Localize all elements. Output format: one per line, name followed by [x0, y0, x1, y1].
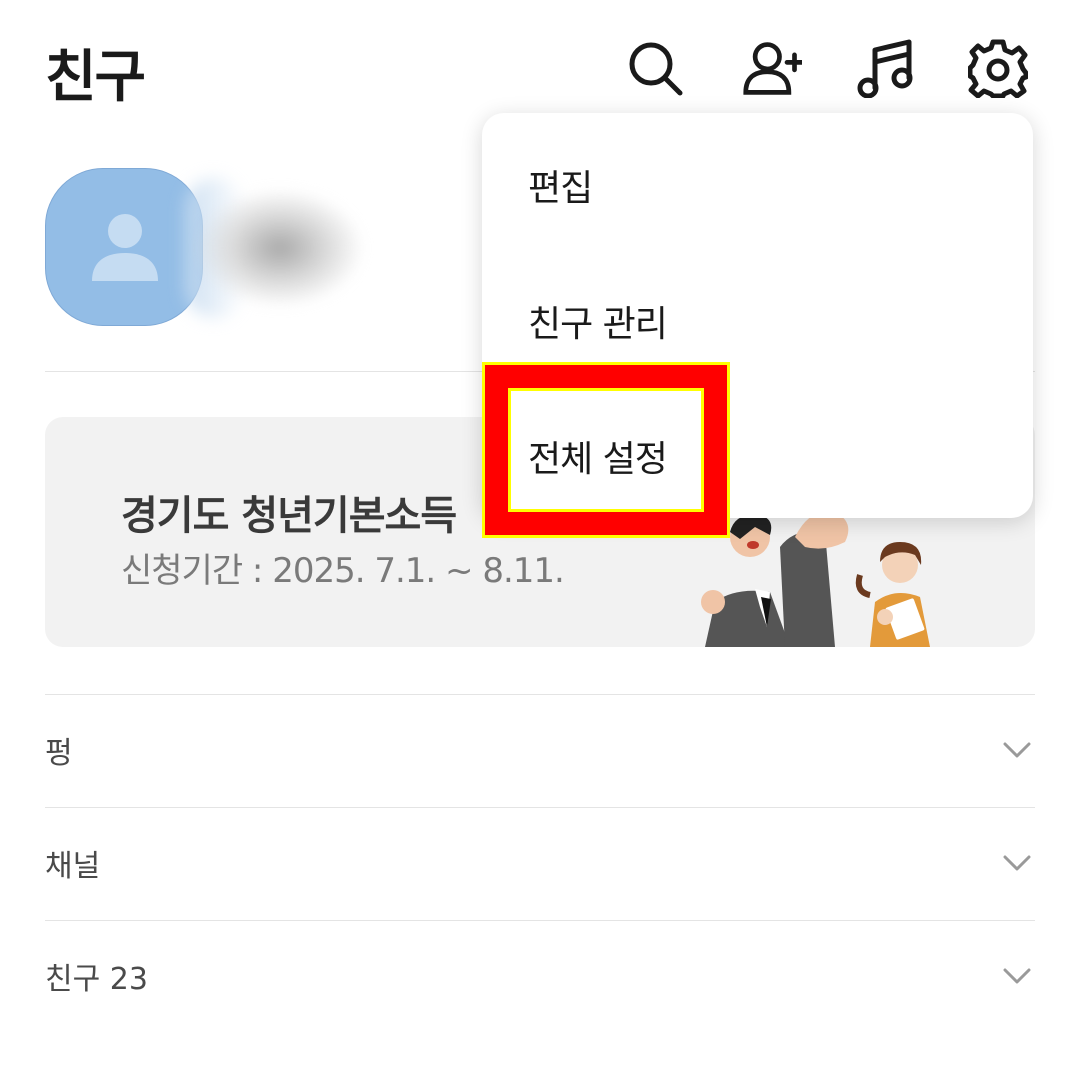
settings-icon[interactable]: [966, 36, 1030, 100]
page-title: 친구: [45, 45, 146, 110]
banner-subtitle: 신청기간 : 2025. 7.1. ~ 8.11.: [121, 551, 565, 591]
chevron-down-icon[interactable]: [1001, 847, 1033, 879]
section-label: 펑: [45, 736, 73, 771]
menu-item-edit[interactable]: 편집: [528, 159, 593, 211]
search-icon[interactable]: [623, 36, 687, 100]
section-row-friends[interactable]: 친구 23: [45, 920, 1035, 1032]
section-label: 채널: [45, 849, 101, 884]
chevron-down-icon[interactable]: [1001, 734, 1033, 766]
section-label: 친구 23: [45, 962, 148, 997]
chevron-down-icon[interactable]: [1001, 960, 1033, 992]
avatar[interactable]: [45, 168, 203, 326]
music-icon[interactable]: [853, 36, 917, 100]
default-profile-icon: [92, 214, 158, 281]
section-row-channel[interactable]: 채널: [45, 807, 1035, 919]
menu-item-manage-friends[interactable]: 친구 관리: [528, 295, 668, 347]
section-row-pung[interactable]: 펑: [45, 694, 1035, 806]
top-header: 친구: [0, 0, 1080, 130]
banner-illustration: [701, 511, 930, 647]
banner-title: 경기도 청년기본소득: [121, 493, 457, 539]
menu-item-all-settings[interactable]: 전체 설정: [528, 430, 668, 482]
blurred-profile-name: [195, 188, 365, 308]
add-friend-icon[interactable]: [740, 36, 804, 100]
